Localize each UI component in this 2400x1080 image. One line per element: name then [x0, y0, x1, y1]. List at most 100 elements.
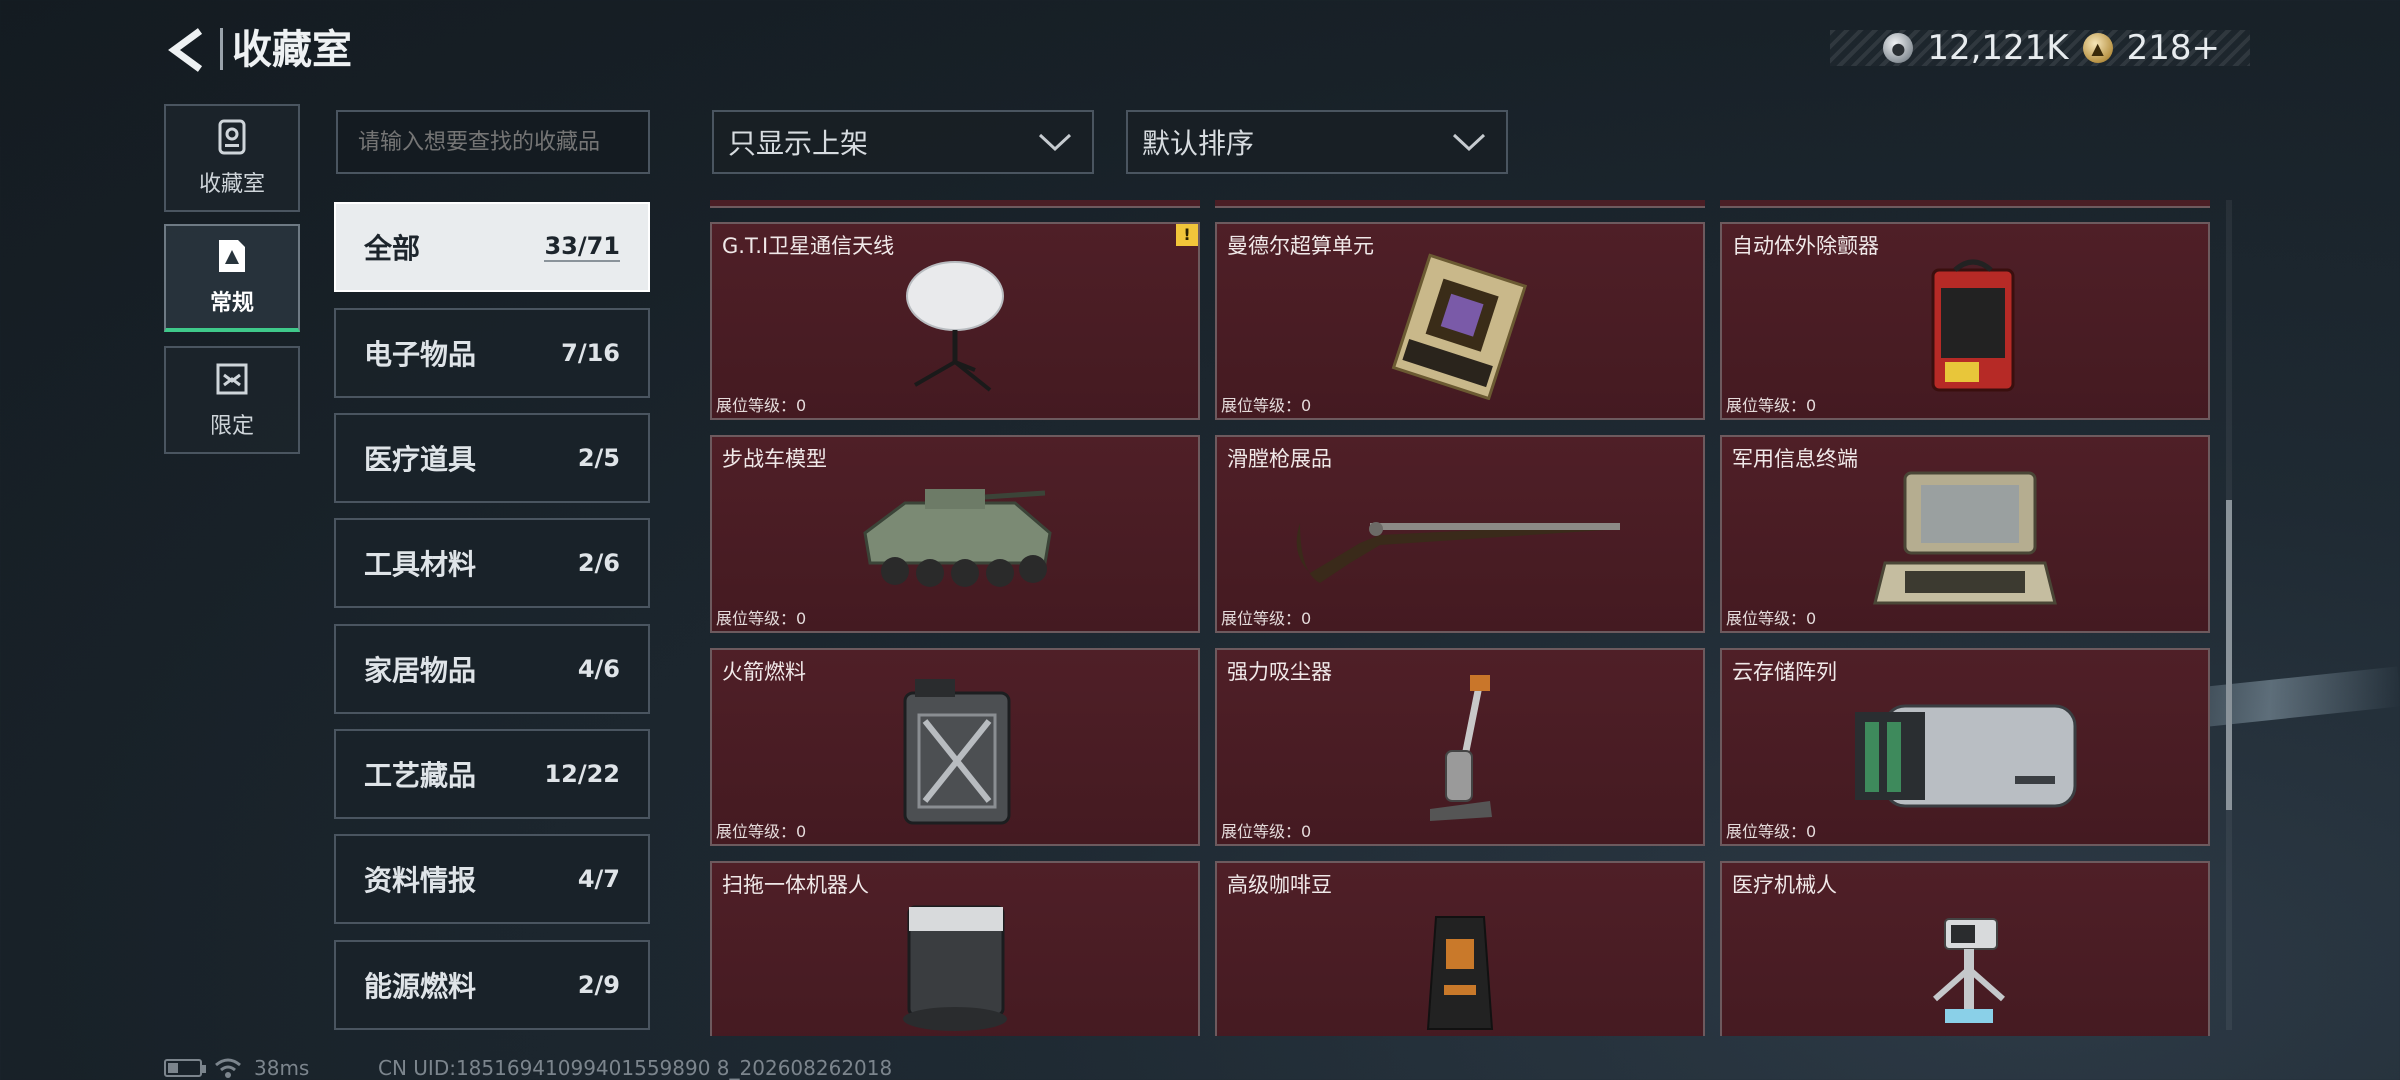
category-count: 33/71	[544, 232, 620, 262]
collection-card[interactable]: G.T.I卫星通信天线 ! 展位等级：0	[710, 222, 1200, 420]
previous-row-edge	[1215, 200, 1705, 208]
nav-label: 收藏室	[198, 172, 265, 197]
grid-scrollbar[interactable]	[2226, 200, 2232, 1030]
defibrillator-icon	[1845, 250, 2085, 400]
item-name: 医疗机械人	[1732, 873, 1837, 897]
collection-card[interactable]: 火箭燃料 展位等级：0	[710, 648, 1200, 846]
category-electronics[interactable]: 电子物品 7/16	[334, 308, 650, 398]
category-medical[interactable]: 医疗道具 2/5	[334, 413, 650, 503]
limited-icon	[215, 360, 249, 398]
collection-card[interactable]: 高级咖啡豆	[1215, 861, 1705, 1036]
scrollbar-thumb[interactable]	[2226, 500, 2232, 810]
collection-card[interactable]: 步战车模型 展位等级：0	[710, 435, 1200, 633]
military-terminal-icon	[1845, 463, 2085, 613]
nav-label: 常规	[209, 291, 254, 316]
musket-icon	[1280, 463, 1640, 613]
category-tools[interactable]: 工具材料 2/6	[334, 518, 650, 608]
nav-item-limited[interactable]: 限定	[164, 346, 300, 454]
ping-value: 38ms	[254, 1056, 310, 1080]
category-name: 电子物品	[364, 338, 477, 371]
search-input[interactable]	[336, 110, 650, 174]
collection-card[interactable]: 曼德尔超算单元 展位等级：0	[1215, 222, 1705, 420]
category-count: 4/7	[577, 865, 620, 893]
category-energy[interactable]: 能源燃料 2/9	[334, 940, 650, 1030]
item-name: 云存储阵列	[1732, 660, 1837, 684]
chevron-down-icon	[1452, 133, 1486, 152]
category-count: 2/6	[577, 549, 620, 577]
item-name: 火箭燃料	[722, 660, 806, 684]
sort-value: 默认排序	[1142, 127, 1255, 160]
booth-level: 展位等级：0	[1221, 822, 1312, 841]
collection-card[interactable]: 扫拖一体机器人	[710, 861, 1200, 1036]
booth-level: 展位等级：0	[716, 396, 807, 415]
status-bar: 38ms	[164, 1056, 309, 1080]
regular-icon	[215, 237, 249, 275]
sort-dropdown[interactable]: 默认排序	[1126, 110, 1508, 174]
fuel-canister-icon	[835, 676, 1075, 826]
coffee-bag-icon	[1340, 889, 1580, 1036]
collection-card[interactable]: 医疗机械人	[1720, 861, 2210, 1036]
previous-row-edge	[1720, 200, 2210, 208]
battery-icon	[164, 1059, 206, 1077]
item-name: 步战车模型	[722, 447, 827, 471]
booth-level: 展位等级：0	[716, 822, 807, 841]
category-name: 家居物品	[364, 654, 477, 687]
shelf-filter-value: 只显示上架	[728, 127, 869, 160]
currency-bar: ● 12,121K ▲ 218+	[1830, 28, 2250, 68]
category-count: 2/5	[577, 444, 620, 472]
item-name: 军用信息终端	[1732, 447, 1858, 471]
chevron-down-icon	[1038, 133, 1072, 152]
back-button[interactable]	[160, 22, 212, 78]
collection-room-icon	[215, 118, 249, 156]
collection-card[interactable]: 滑膛枪展品 展位等级：0	[1215, 435, 1705, 633]
booth-level: 展位等级：0	[1726, 396, 1817, 415]
wifi-icon	[215, 1058, 241, 1078]
medical-robot-icon	[1845, 889, 2085, 1036]
back-arrow-icon	[168, 28, 203, 72]
category-name: 资料情报	[364, 864, 477, 897]
nav-item-regular[interactable]: 常规	[164, 224, 300, 332]
vacuum-cleaner-icon	[1340, 675, 1580, 826]
collection-card[interactable]: 强力吸尘器 展位等级：0	[1215, 648, 1705, 846]
booth-level: 展位等级：0	[1221, 609, 1312, 628]
booth-level: 展位等级：0	[716, 609, 807, 628]
category-name: 医疗道具	[364, 443, 477, 476]
category-count: 4/6	[577, 655, 620, 683]
silver-currency-value: 12,121K	[1927, 28, 2069, 68]
category-count: 12/22	[544, 760, 620, 788]
item-name: 强力吸尘器	[1227, 660, 1332, 684]
category-name: 全部	[364, 232, 421, 265]
category-name: 工艺藏品	[364, 759, 477, 792]
gold-coin-icon: ▲	[2082, 33, 2113, 63]
item-name: 高级咖啡豆	[1227, 873, 1332, 897]
shelf-filter-dropdown[interactable]: 只显示上架	[712, 110, 1094, 174]
category-household[interactable]: 家居物品 4/6	[334, 624, 650, 714]
robot-mop-icon	[835, 889, 1075, 1036]
category-intel[interactable]: 资料情报 4/7	[334, 834, 650, 924]
previous-row-edge	[710, 200, 1200, 208]
nav-item-collection-room[interactable]: 收藏室	[164, 104, 300, 212]
collection-card[interactable]: 自动体外除颤器 展位等级：0	[1720, 222, 2210, 420]
booth-level: 展位等级：0	[1726, 609, 1817, 628]
category-name: 能源燃料	[364, 970, 477, 1003]
satellite-dish-icon	[835, 250, 1075, 400]
booth-level: 展位等级：0	[1221, 396, 1312, 415]
title-separator	[220, 28, 223, 70]
collection-card[interactable]: 军用信息终端 展位等级：0	[1720, 435, 2210, 633]
collection-grid: G.T.I卫星通信天线 ! 展位等级：0 曼德尔超算单元 展位等级：0 自动体外…	[710, 200, 2220, 1036]
storage-array-icon	[1835, 676, 2095, 826]
booth-level: 展位等级：0	[1726, 822, 1817, 841]
category-count: 2/9	[577, 971, 620, 999]
category-name: 工具材料	[364, 548, 477, 581]
category-crafts[interactable]: 工艺藏品 12/22	[334, 729, 650, 819]
collection-card[interactable]: 云存储阵列 展位等级：0	[1720, 648, 2210, 846]
silver-coin-icon: ●	[1883, 33, 1914, 63]
alert-badge: !	[1176, 224, 1198, 246]
armored-vehicle-icon	[835, 463, 1075, 613]
supercomputer-board-icon	[1340, 250, 1580, 400]
gold-currency-value: 218+	[2126, 28, 2220, 68]
uid-text: CN UID:18516941099401559890 8_2026082620…	[378, 1056, 893, 1080]
category-count: 7/16	[561, 339, 620, 367]
category-all[interactable]: 全部 33/71	[334, 202, 650, 292]
page-title: 收藏室	[232, 27, 352, 73]
